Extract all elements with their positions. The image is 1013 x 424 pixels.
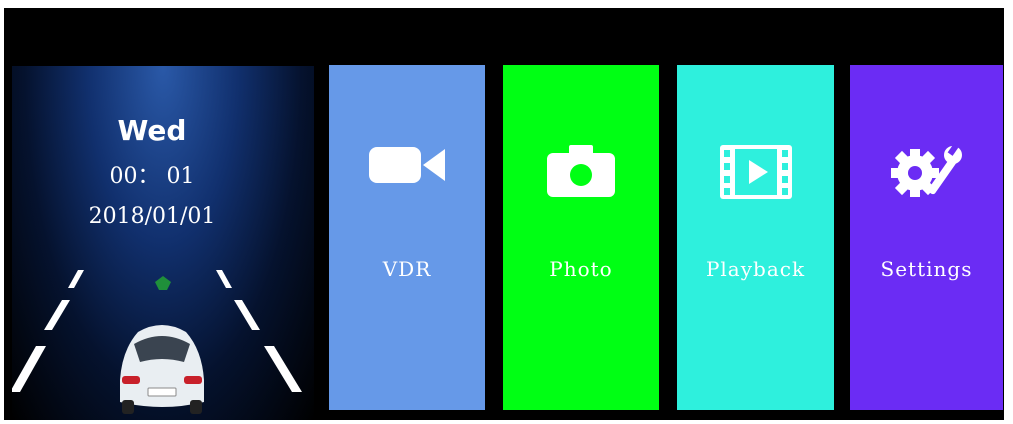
settings-label: Settings (880, 257, 973, 281)
video-camera-icon (369, 147, 445, 183)
playback-label: Playback (705, 257, 806, 281)
film-play-icon (719, 145, 792, 199)
home-screen: Wed 00： 01 2018/01/01 VDR Photo Playback… (4, 8, 1004, 420)
photo-label: Photo (549, 257, 613, 281)
gear-wrench-icon (890, 144, 962, 197)
vdr-tile[interactable]: VDR (329, 65, 485, 410)
status-panel: Wed 00： 01 2018/01/01 (12, 66, 314, 420)
car-on-road-icon (12, 270, 302, 414)
playback-tile[interactable]: Playback (677, 65, 834, 410)
camera-icon (547, 145, 615, 197)
settings-tile[interactable]: Settings (850, 65, 1003, 410)
vdr-label: VDR (382, 257, 432, 281)
date-label: 2018/01/01 (88, 204, 216, 229)
photo-tile[interactable]: Photo (503, 65, 659, 410)
day-label: Wed (117, 114, 187, 147)
clock-label: 00： 01 (109, 164, 195, 189)
